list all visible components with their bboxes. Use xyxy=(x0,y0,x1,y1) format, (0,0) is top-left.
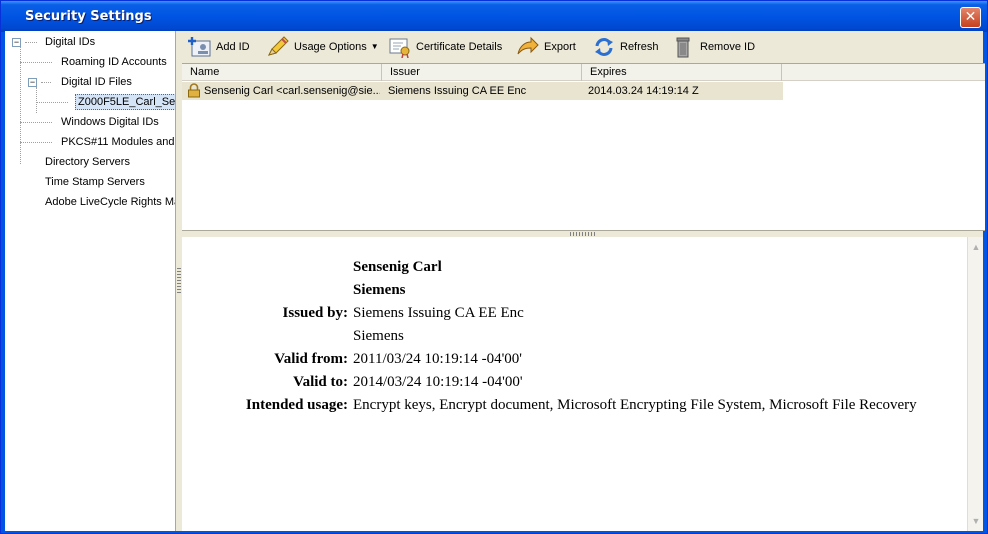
usage-options-button[interactable]: Usage Options ▼ xyxy=(266,34,379,60)
lock-icon xyxy=(187,83,201,104)
detail-org-row: Siemens xyxy=(182,282,962,304)
issuer-org-value: Siemens xyxy=(353,328,404,344)
dropdown-arrow-icon: ▼ xyxy=(370,42,379,51)
intended-usage-label: Intended usage: xyxy=(245,397,348,413)
tree-item-label: Windows Digital IDs xyxy=(61,116,159,128)
export-label: Export xyxy=(544,41,576,53)
valid-from-label: Valid from: xyxy=(274,351,348,367)
row-name-cell: Sensenig Carl <carl.sensenig@sie... xyxy=(204,85,380,97)
digital-ids-collapse-icon[interactable]: − xyxy=(12,38,21,47)
scroll-up-icon[interactable]: ▲ xyxy=(970,241,982,253)
add-id-button[interactable]: Add ID xyxy=(188,34,250,60)
settings-tree: − Digital IDs Roaming ID Accounts − Digi… xyxy=(5,31,176,531)
tree-item-digital-id-files[interactable]: Digital ID Files xyxy=(59,73,134,91)
add-id-icon xyxy=(188,36,212,58)
tree-item-label: Digital IDs xyxy=(45,36,96,48)
detail-valid-from-row: Valid from: 2011/03/24 10:19:14 -04'00' xyxy=(182,351,962,373)
digital-id-files-collapse-icon[interactable]: − xyxy=(28,78,37,87)
detail-scrollbar[interactable]: ▲ ▼ xyxy=(967,237,983,531)
pencil-icon xyxy=(266,36,290,58)
title-bar[interactable]: Security Settings ✕ xyxy=(1,1,987,32)
column-header-issuer[interactable]: Issuer xyxy=(382,64,582,81)
column-header-name[interactable]: Name xyxy=(182,64,382,81)
detail-usage-row: Intended usage: Encrypt keys, Encrypt do… xyxy=(182,397,962,419)
certificate-details-label: Certificate Details xyxy=(416,41,503,53)
tree-item-label: Roaming ID Accounts xyxy=(61,56,167,68)
tree-item-id-file[interactable]: Z000F5LE_Carl_Sens xyxy=(75,93,175,111)
valid-to-label: Valid to: xyxy=(293,374,348,390)
security-settings-window: Security Settings ✕ − Digital IDs Roamin… xyxy=(0,0,988,534)
table-row[interactable]: Sensenig Carl <carl.sensenig@sie... Siem… xyxy=(182,82,783,100)
scroll-down-icon[interactable]: ▼ xyxy=(970,515,982,527)
right-pane: Add ID Usage Options ▼ Certificate Detai… xyxy=(182,31,985,531)
remove-id-label: Remove ID xyxy=(700,41,756,53)
list-header: Name Issuer Expires xyxy=(182,64,985,81)
detail-valid-to-row: Valid to: 2014/03/24 10:19:14 -04'00' xyxy=(182,374,962,396)
export-arrow-icon xyxy=(516,36,540,58)
issued-by-label: Issued by: xyxy=(282,305,348,321)
row-expires-cell: 2014.03.24 14:19:14 Z xyxy=(588,85,699,97)
tree-item-label: Z000F5LE_Carl_Sens xyxy=(75,94,175,110)
tree-item-pkcs11-modules[interactable]: PKCS#11 Modules and T xyxy=(59,133,176,151)
certificate-detail-panel: Sensenig Carl Siemens Issued by: Siemens… xyxy=(182,237,983,531)
detail-issued-by-row: Issued by: Siemens Issuing CA EE Enc xyxy=(182,305,962,327)
tree-item-roaming-id-accounts[interactable]: Roaming ID Accounts xyxy=(59,53,169,71)
horizontal-splitter-grip[interactable] xyxy=(570,232,596,236)
column-header-expires[interactable]: Expires xyxy=(582,64,782,81)
add-id-label: Add ID xyxy=(216,41,250,53)
tree-item-label: Time Stamp Servers xyxy=(45,176,145,188)
close-button[interactable]: ✕ xyxy=(960,7,981,28)
certificate-icon xyxy=(388,36,412,59)
usage-options-label: Usage Options xyxy=(294,41,367,53)
certificate-details-button[interactable]: Certificate Details xyxy=(388,34,502,60)
tree-item-adobe-livecycle[interactable]: Adobe LiveCycle Rights Ma xyxy=(43,193,176,211)
detail-issuer-org-row: Siemens xyxy=(182,328,962,350)
tree-item-label: Directory Servers xyxy=(45,156,130,168)
tree-item-windows-digital-ids[interactable]: Windows Digital IDs xyxy=(59,113,161,131)
trash-icon xyxy=(672,36,696,58)
detail-holder-org: Siemens xyxy=(353,282,406,298)
digital-id-list: Name Issuer Expires Sensenig Carl <carl.… xyxy=(182,63,985,231)
refresh-label: Refresh xyxy=(620,41,659,53)
issued-by-value: Siemens Issuing CA EE Enc xyxy=(353,305,524,321)
tree-item-label: Adobe LiveCycle Rights Ma xyxy=(45,196,176,208)
intended-usage-value: Encrypt keys, Encrypt document, Microsof… xyxy=(353,397,917,413)
tree-item-label: PKCS#11 Modules and T xyxy=(61,136,176,148)
remove-id-button[interactable]: Remove ID xyxy=(672,34,755,60)
valid-from-value: 2011/03/24 10:19:14 -04'00' xyxy=(353,351,523,367)
valid-to-value: 2014/03/24 10:19:14 -04'00' xyxy=(353,374,523,390)
row-issuer-cell: Siemens Issuing CA EE Enc xyxy=(388,85,527,97)
refresh-icon xyxy=(592,36,616,58)
tree-item-digital-ids[interactable]: Digital IDs xyxy=(43,33,97,51)
tree-item-label: Digital ID Files xyxy=(61,76,132,88)
refresh-button[interactable]: Refresh xyxy=(592,34,659,60)
tree-item-time-stamp-servers[interactable]: Time Stamp Servers xyxy=(43,173,147,191)
vertical-splitter-grip[interactable] xyxy=(177,268,181,294)
client-area: − Digital IDs Roaming ID Accounts − Digi… xyxy=(5,31,985,531)
export-button[interactable]: Export xyxy=(516,34,576,60)
tree-item-directory-servers[interactable]: Directory Servers xyxy=(43,153,132,171)
detail-holder-name: Sensenig Carl xyxy=(353,259,442,275)
toolbar: Add ID Usage Options ▼ Certificate Detai… xyxy=(182,31,983,63)
detail-name-row: Sensenig Carl xyxy=(182,259,962,281)
window-title: Security Settings xyxy=(25,9,152,24)
